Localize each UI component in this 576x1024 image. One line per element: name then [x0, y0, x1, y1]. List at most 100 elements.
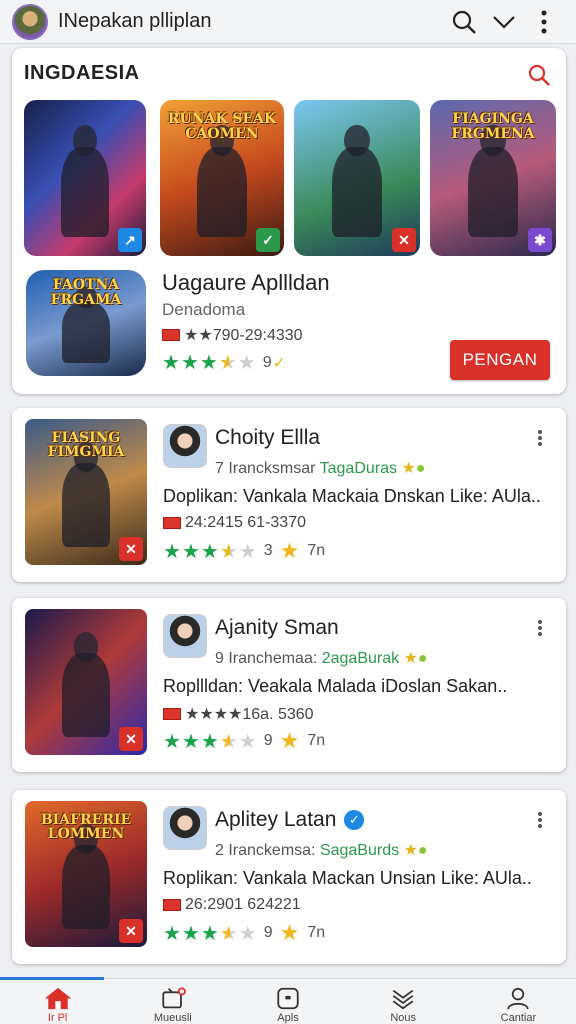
profile-icon [507, 987, 530, 1010]
game-thumbnail[interactable]: FIAGINGA FRGMENA ✱ [430, 100, 556, 256]
developer-avatar[interactable] [163, 614, 207, 658]
thumbnail-badge-icon: ✱ [528, 228, 552, 252]
star-icon: ★ [181, 922, 200, 945]
game-thumbnail[interactable]: ✕ [294, 100, 420, 256]
developer-avatar[interactable] [163, 806, 207, 850]
gold-star-icon: ★ [279, 920, 300, 945]
more-vert-icon[interactable] [528, 808, 552, 832]
app-meta: 24:2415 61-3370 [163, 514, 306, 532]
star-icon: ★ [163, 540, 181, 563]
app-bar-title: INepakan plliplan [58, 10, 212, 32]
verified-icon: ✓ [344, 810, 365, 830]
app-title[interactable]: Uagaure Apllldan [162, 270, 330, 296]
gold-star-icon: ★ [279, 728, 300, 753]
app-list-card[interactable]: ✕ Ajanity Sman 9 Iranchemaa: 2agaBurak ★… [12, 598, 566, 772]
emoji-icon: ● [417, 842, 428, 859]
app-title[interactable]: Choity Ellla [215, 426, 320, 450]
star-rating: ★ ★ ★ ★ ★ 3 ★ 7n [163, 538, 325, 564]
nav-label: Nous [390, 1012, 417, 1024]
bottom-navigation: Ir Pl Mueusli Apls Nous Cantiar [0, 977, 576, 1024]
game-thumbnail[interactable]: ↗ [24, 100, 146, 256]
star-icon: ★ [180, 352, 199, 374]
star-icon: ★ [200, 922, 219, 945]
half-star-icon: ★ [219, 730, 238, 753]
game-thumbnail[interactable]: BIAFRERIE LOMMEN ✕ [25, 801, 147, 947]
search-icon[interactable] [522, 58, 556, 92]
empty-star-icon: ★ [238, 540, 257, 563]
nav-item-music[interactable]: Mueusli [115, 979, 230, 1024]
hero-figure [467, 146, 519, 238]
star-icon: ★ [181, 730, 200, 753]
star-icon: ★ [403, 650, 418, 667]
star-icon: ★ [403, 842, 418, 859]
top-app-bar: INepakan plliplan [0, 0, 576, 44]
hero-figure [62, 301, 110, 364]
apps-icon [277, 987, 299, 1010]
empty-star-icon: ★ [237, 352, 256, 374]
nav-label: Mueusli [153, 1012, 192, 1024]
app-description: Roplikan: Vankala Mackan Unsian Like: AU… [163, 868, 532, 888]
emoji-icon: ● [417, 650, 428, 667]
user-avatar[interactable] [12, 3, 48, 40]
app-meta: 26:2901 624221 [163, 896, 301, 914]
empty-star-icon: ★ [238, 730, 257, 753]
nav-label: Ir Pl [47, 1012, 68, 1024]
star-icon: ★ [401, 460, 416, 477]
nav-item-apps[interactable]: Apls [230, 979, 345, 1024]
hero-figure [331, 146, 383, 238]
section-heading: INGDAESIA [24, 62, 140, 84]
hero-figure [197, 146, 247, 238]
game-thumbnail[interactable]: ✕ [25, 609, 147, 755]
news-icon [392, 989, 414, 1010]
game-thumbnail[interactable]: RUNAK SEAK CAOMEN ✓ [160, 100, 284, 256]
more-vert-icon[interactable] [528, 426, 552, 450]
tv-icon [162, 987, 186, 1009]
thumbnail-badge-icon: ✕ [392, 228, 416, 252]
app-icon[interactable]: FAOTNA FRGAMA [26, 270, 146, 376]
star-icon: ★ [163, 730, 181, 753]
app-developer[interactable]: Denadoma [162, 300, 245, 320]
hero-figure [61, 652, 111, 738]
app-meta-text: ★★790-29:4330 [184, 327, 303, 344]
nav-label: Apls [277, 1012, 299, 1024]
more-vert-icon[interactable] [524, 2, 564, 42]
app-list-card[interactable]: FIASING FIMGMIA ✕ Choity Ellla 7 Irancks… [12, 408, 566, 582]
chevron-down-icon[interactable] [484, 2, 524, 42]
hero-figure [61, 462, 111, 548]
star-rating: ★ ★ ★ ★ ★ 9 ★ 7n [163, 920, 325, 946]
rating-extra: ★ 7n [279, 920, 326, 945]
more-vert-icon[interactable] [528, 616, 552, 640]
rating-count: 9 [263, 924, 273, 941]
star-icon: ★ [200, 540, 219, 563]
rating-extra: ★ 7n [279, 538, 326, 563]
hero-figure [61, 844, 111, 930]
scroll-indicator [0, 977, 104, 980]
gold-star-icon: ★ [279, 538, 300, 563]
rating-extra: ★ 7n [279, 728, 326, 753]
app-title[interactable]: Aplitey Latan ✓ [215, 808, 365, 832]
app-title[interactable]: Ajanity Sman [215, 616, 339, 640]
thumbnail-title: FIAGINGA FRGMENA [451, 111, 535, 143]
thumbnail-title: RUNAK SEAK CAOMEN [167, 111, 277, 143]
app-subtitle: 7 Irancksmsar TagaDuras ★● [215, 460, 426, 477]
flag-icon [163, 899, 181, 911]
nav-label: Cantiar [500, 1012, 537, 1024]
nav-item-home[interactable]: Ir Pl [0, 979, 115, 1024]
app-list-card[interactable]: BIAFRERIE LOMMEN ✕ Aplitey Latan ✓ 2 Iran… [12, 790, 566, 964]
nav-item-news[interactable]: Nous [346, 979, 461, 1024]
half-star-icon: ★ [219, 922, 238, 945]
emoji-icon: ● [415, 460, 426, 477]
empty-star-icon: ★ [238, 922, 257, 945]
rating-count: 3 [263, 542, 273, 559]
star-icon: ★ [162, 352, 180, 374]
rating-count: 9 [263, 732, 273, 749]
thumbnail-badge-icon: ✓ [256, 228, 280, 252]
search-icon[interactable] [444, 2, 484, 42]
install-button[interactable]: PENGAN [450, 340, 550, 380]
developer-avatar[interactable] [163, 424, 207, 468]
star-rating: ★ ★ ★ ★ ★ 9 ✓ [162, 350, 286, 375]
flag-icon [162, 329, 180, 341]
hero-figure [60, 146, 110, 238]
nav-item-profile[interactable]: Cantiar [461, 979, 576, 1024]
game-thumbnail[interactable]: FIASING FIMGMIA ✕ [25, 419, 147, 565]
